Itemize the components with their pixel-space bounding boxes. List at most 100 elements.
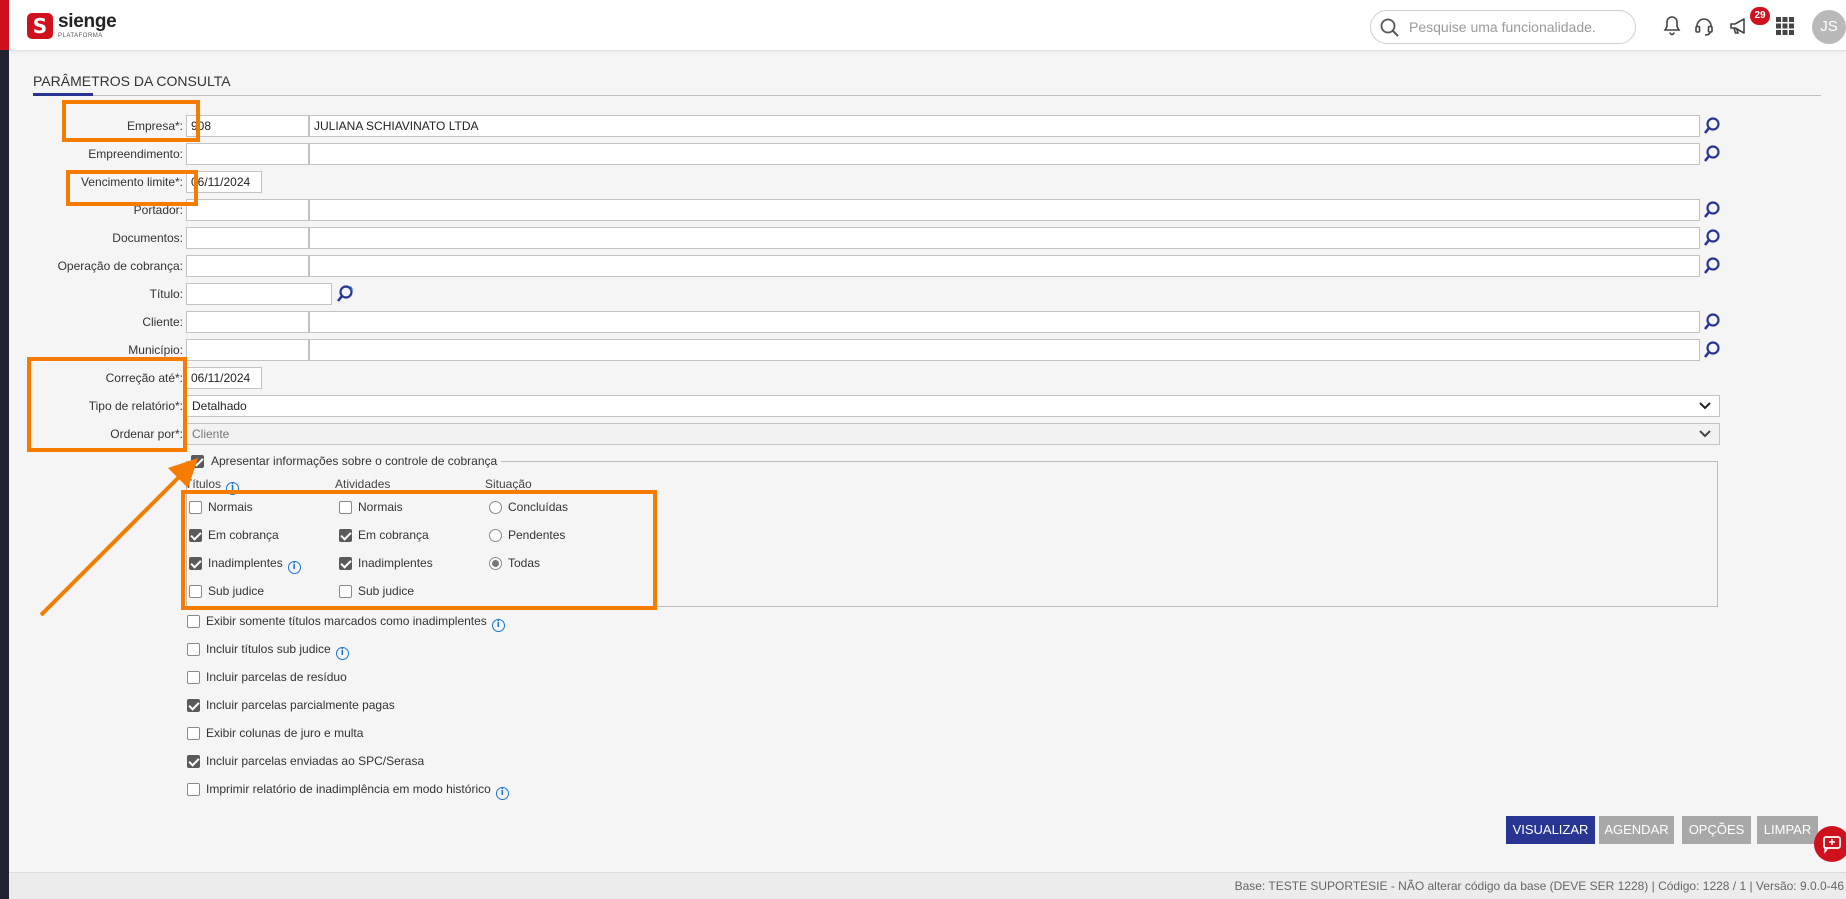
situacao-pendentes-label: Pendentes xyxy=(508,528,566,542)
ordenar-label: Ordenar por*: xyxy=(110,427,183,441)
empreendimento-label: Empreendimento: xyxy=(88,147,183,161)
cobranca-label: Apresentar informações sobre o controle … xyxy=(211,454,498,468)
option-modo-historico-label: Imprimir relatório de inadimplência em m… xyxy=(206,782,509,800)
atividades-inadimplentes-checkbox[interactable] xyxy=(339,557,352,570)
titulos-em-cobranca-checkbox[interactable] xyxy=(189,529,202,542)
info-icon[interactable]: i xyxy=(495,787,509,800)
option-spc-serasa-checkbox[interactable] xyxy=(187,755,200,768)
operacao-name-input[interactable] xyxy=(309,255,1700,277)
left-nav-accent xyxy=(0,0,9,50)
atividades-em-cobranca-checkbox[interactable] xyxy=(339,529,352,542)
atividades-sub-judice-checkbox[interactable] xyxy=(339,585,352,598)
brand-subtitle: PLATAFORMA xyxy=(58,33,103,39)
option-juro-multa-label: Exibir colunas de juro e multa xyxy=(206,726,364,740)
cliente-code-input[interactable] xyxy=(186,311,309,333)
situacao-pendentes-radio[interactable] xyxy=(489,529,502,542)
titulo-input[interactable] xyxy=(186,283,332,305)
documentos-code-input[interactable] xyxy=(186,227,309,249)
documentos-lookup-icon[interactable] xyxy=(1702,228,1722,248)
municipio-lookup-icon[interactable] xyxy=(1702,340,1722,360)
visualizar-button[interactable]: VISUALIZAR xyxy=(1506,816,1595,844)
option-modo-historico-checkbox[interactable] xyxy=(187,783,200,796)
option-sub-judice-label: Incluir títulos sub judice i xyxy=(206,642,349,660)
cliente-label: Cliente: xyxy=(142,315,183,329)
title-divider xyxy=(33,95,1821,96)
left-nav-strip xyxy=(0,0,9,899)
titulos-sub-judice-checkbox[interactable] xyxy=(189,585,202,598)
option-somente-inadimplentes-checkbox[interactable] xyxy=(187,615,200,628)
megaphone-icon[interactable] xyxy=(1727,14,1751,38)
sienge-logo[interactable]: S sienge PLATAFORMA xyxy=(27,12,117,39)
atividades-header: Atividades xyxy=(335,477,391,491)
info-icon[interactable]: i xyxy=(491,619,505,632)
atividades-normais-label: Normais xyxy=(358,500,403,514)
option-juro-multa-checkbox[interactable] xyxy=(187,727,200,740)
portador-label: Portador: xyxy=(133,203,183,217)
empresa-code-input[interactable] xyxy=(186,115,309,137)
empreendimento-name-input[interactable] xyxy=(309,143,1700,165)
cliente-name-input[interactable] xyxy=(309,311,1700,333)
documentos-name-input[interactable] xyxy=(309,227,1700,249)
chat-icon xyxy=(1823,836,1841,854)
vencimento-date-input[interactable] xyxy=(186,171,262,193)
user-avatar[interactable]: JS xyxy=(1812,10,1846,44)
municipio-label: Município: xyxy=(128,343,183,357)
feature-search[interactable] xyxy=(1370,10,1636,44)
portador-lookup-icon[interactable] xyxy=(1702,200,1722,220)
titulo-search-icon[interactable] xyxy=(335,284,355,304)
situacao-header: Situação xyxy=(485,477,532,491)
titulos-em-cobranca-label: Em cobrança xyxy=(208,528,279,542)
empresa-name-input[interactable] xyxy=(309,115,1700,137)
cobranca-checkbox[interactable] xyxy=(191,454,204,468)
info-icon[interactable]: i xyxy=(226,482,240,495)
operacao-lookup-icon[interactable] xyxy=(1702,256,1722,276)
municipio-code-input[interactable] xyxy=(186,339,309,361)
atividades-normais-checkbox[interactable] xyxy=(339,501,352,514)
limpar-button[interactable]: LIMPAR xyxy=(1757,816,1818,844)
search-icon xyxy=(1380,18,1399,37)
chevron-down-icon xyxy=(1699,430,1711,438)
situacao-todas-radio[interactable] xyxy=(489,557,502,570)
page-title: PARÂMETROS DA CONSULTA xyxy=(33,73,231,89)
info-icon[interactable]: i xyxy=(287,561,301,574)
empresa-lookup-icon[interactable] xyxy=(1702,116,1722,136)
option-sub-judice-checkbox[interactable] xyxy=(187,643,200,656)
cliente-lookup-icon[interactable] xyxy=(1702,312,1722,332)
tipo-relatorio-value: Detalhado xyxy=(192,399,247,413)
atividades-em-cobranca-label: Em cobrança xyxy=(358,528,429,542)
headset-icon[interactable] xyxy=(1692,14,1716,38)
sienge-logo-icon: S xyxy=(27,12,53,39)
empresa-label: Empresa*: xyxy=(126,119,183,133)
titulos-normais-label: Normais xyxy=(208,500,253,514)
empreendimento-code-input[interactable] xyxy=(186,143,309,165)
apps-grid-icon[interactable] xyxy=(1773,14,1797,38)
operacao-code-input[interactable] xyxy=(186,255,309,277)
empreendimento-lookup-icon[interactable] xyxy=(1702,144,1722,164)
municipio-name-input[interactable] xyxy=(309,339,1700,361)
option-parcialmente-pagas-label: Incluir parcelas parcialmente pagas xyxy=(206,698,395,712)
search-input[interactable] xyxy=(1409,17,1624,37)
agendar-button[interactable]: AGENDAR xyxy=(1599,816,1674,844)
situacao-concluidas-label: Concluídas xyxy=(508,500,569,514)
atividades-inadimplentes-label: Inadimplentes xyxy=(358,556,433,570)
opcoes-button[interactable]: OPÇÕES xyxy=(1682,816,1751,844)
titulos-sub-judice-label: Sub judice xyxy=(208,584,265,598)
option-residuo-checkbox[interactable] xyxy=(187,671,200,684)
titulo-label: Título: xyxy=(149,287,183,301)
title-accent xyxy=(33,93,93,96)
correcao-date-input[interactable] xyxy=(186,367,262,389)
portador-code-input[interactable] xyxy=(186,199,309,221)
option-parcialmente-pagas-checkbox[interactable] xyxy=(187,699,200,712)
titulos-inadimplentes-checkbox[interactable] xyxy=(189,557,202,570)
bell-icon[interactable] xyxy=(1660,14,1684,38)
portador-name-input[interactable] xyxy=(309,199,1700,221)
cobranca-legend: Apresentar informações sobre o controle … xyxy=(191,452,502,470)
info-icon[interactable]: i xyxy=(335,647,349,660)
titulos-normais-checkbox[interactable] xyxy=(189,501,202,514)
tipo-relatorio-label: Tipo de relatório*: xyxy=(88,399,183,413)
ordenar-select[interactable]: Cliente xyxy=(186,423,1720,445)
chat-button[interactable] xyxy=(1814,826,1846,862)
situacao-concluidas-radio[interactable] xyxy=(489,501,502,514)
tipo-relatorio-select[interactable]: Detalhado xyxy=(186,395,1720,417)
vencimento-label: Vencimento limite*: xyxy=(80,175,183,189)
